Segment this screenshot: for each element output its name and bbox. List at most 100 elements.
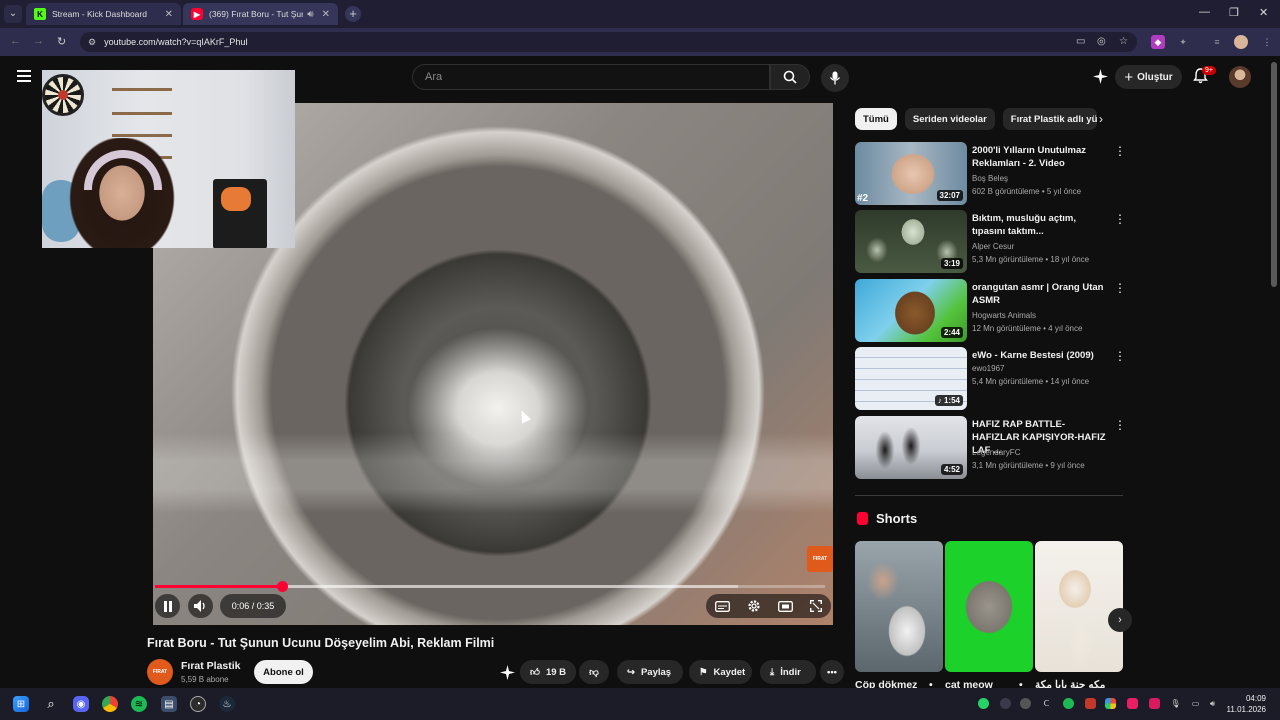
chip-channel-uploads[interactable]: Fırat Plastik adlı yükle [1002, 108, 1097, 130]
volume-tray-icon[interactable]: 🔊︎ [1207, 698, 1218, 709]
recommendation-title[interactable]: 2000'li Yılların Unutulmaz Reklamları - … [972, 144, 1106, 170]
recommendation-item[interactable]: 4:52 HAFIZ RAP BATTLE-HAFIZLAR KAPIŞIYOR… [855, 416, 1126, 480]
tray-app-icon[interactable] [1000, 698, 1011, 709]
cast-icon[interactable]: ▭ [1076, 36, 1085, 47]
recommendation-channel[interactable]: LegendaryFC [972, 448, 1020, 457]
recommendation-item[interactable]: 2:44 orangutan asmr | Orang Utan ASMR Ho… [855, 279, 1126, 343]
tray-app-icon[interactable] [1105, 698, 1116, 709]
search-button[interactable] [770, 64, 810, 90]
more-actions-button[interactable]: ••• [820, 660, 844, 684]
download-button[interactable]: ⤓ İndir [760, 660, 816, 684]
chrome-icon[interactable] [102, 696, 118, 712]
save-button[interactable]: ⚑ Kaydet [689, 660, 752, 684]
subtitles-icon[interactable] [714, 600, 730, 612]
video-thumbnail[interactable]: #2 32:07 [855, 142, 967, 205]
dislike-button[interactable]: 👎︎ [579, 660, 609, 684]
eye-off-icon[interactable]: ◎ [1097, 36, 1106, 47]
recommendation-channel[interactable]: ewo1967 [972, 364, 1004, 373]
ask-sparkle-icon[interactable] [500, 665, 515, 680]
voice-search-button[interactable] [821, 64, 849, 92]
steam-icon[interactable]: ♨ [219, 696, 235, 712]
spotify-icon[interactable]: ≋ [131, 696, 147, 712]
more-vertical-icon[interactable]: ⋮ [1114, 212, 1126, 226]
tray-app-icon[interactable]: ᑕ [1041, 698, 1052, 709]
speaker-icon[interactable]: 🔊︎ [307, 9, 313, 20]
more-vertical-icon[interactable]: ⋮ [1114, 349, 1126, 363]
address-bar[interactable]: ⚙ youtube.com/watch?v=qIAKrF_PhuI [80, 32, 1137, 52]
minimize-icon[interactable]: — [1199, 6, 1210, 18]
volume-button[interactable] [188, 594, 213, 618]
tab-search-chevron-icon[interactable]: ⌄ [4, 5, 22, 23]
video-thumbnail[interactable]: 2:44 [855, 279, 967, 342]
create-button[interactable]: + Oluştur [1115, 65, 1182, 89]
video-thumbnail[interactable]: ♪ 1:54 [855, 347, 967, 410]
channel-watermark[interactable]: FIRAT [807, 546, 833, 572]
fullscreen-icon[interactable] [810, 600, 823, 612]
reload-icon[interactable]: ↻ [57, 35, 66, 48]
chip-series[interactable]: Seriden videolar [904, 108, 995, 130]
subscribe-button[interactable]: Abone ol [254, 660, 313, 684]
settings-gear-icon[interactable] [747, 599, 761, 613]
tray-app-icon[interactable] [1127, 698, 1138, 709]
recommendation-title[interactable]: Bıktım, musluğu açtım, tıpasını taktım..… [972, 212, 1106, 238]
recommendation-item[interactable]: 3:19 Bıktım, musluğu açtım, tıpasını tak… [855, 210, 1126, 274]
extension-icon[interactable]: ◆ [1151, 35, 1165, 49]
back-icon[interactable]: ← [10, 35, 21, 47]
more-vertical-icon[interactable]: ⋮ [1114, 144, 1126, 158]
chip-all[interactable]: Tümü [855, 108, 897, 130]
more-vertical-icon[interactable]: ⋮ [1114, 281, 1126, 295]
recommendation-title[interactable]: eWo - Karne Bestesi (2009) [972, 349, 1106, 362]
menu-icon[interactable] [17, 70, 31, 82]
browser-menu-icon[interactable]: ⋮ [1260, 35, 1274, 49]
short-thumbnail[interactable] [945, 541, 1033, 672]
page-scrollbar[interactable] [1271, 62, 1277, 287]
recommendation-title[interactable]: orangutan asmr | Orang Utan ASMR [972, 281, 1106, 307]
video-thumbnail[interactable]: 3:19 [855, 210, 967, 273]
pause-button[interactable] [155, 594, 180, 618]
more-vertical-icon[interactable]: ⋮ [1114, 418, 1126, 432]
search-icon[interactable]: ⌕ [43, 696, 59, 712]
progress-bar[interactable] [155, 581, 825, 592]
display-tray-icon[interactable]: ▭ [1190, 698, 1201, 709]
recommendation-item[interactable]: ♪ 1:54 eWo - Karne Bestesi (2009) ewo196… [855, 347, 1126, 411]
steam-tray-icon[interactable] [1020, 698, 1031, 709]
forward-icon[interactable]: → [33, 35, 44, 47]
shorts-next-button[interactable]: › [1108, 608, 1132, 632]
close-tab-icon[interactable]: ✕ [165, 9, 173, 20]
microphone-tray-icon[interactable]: 🎙︎ [1170, 698, 1181, 709]
profile-avatar[interactable] [1234, 35, 1248, 49]
app-icon[interactable]: ▤ [161, 696, 177, 712]
recommendation-item[interactable]: #2 32:07 2000'li Yılların Unutulmaz Rekl… [855, 142, 1126, 206]
tray-app-icon[interactable] [1085, 698, 1096, 709]
reading-list-icon[interactable]: ≡ [1210, 35, 1224, 49]
tray-app-icon[interactable] [1149, 698, 1160, 709]
channel-name[interactable]: Fırat Plastik [181, 660, 241, 672]
spotify-tray-icon[interactable] [1063, 698, 1074, 709]
extensions-puzzle-icon[interactable]: ✦ [1176, 35, 1190, 49]
restore-icon[interactable]: ❐ [1229, 6, 1239, 19]
browser-tab-youtube[interactable]: ▶ (369) Fırat Boru - Tut Şunun 🔊︎ ✕ [183, 3, 338, 25]
short-thumbnail[interactable] [1035, 541, 1123, 672]
close-tab-icon[interactable]: ✕ [322, 9, 330, 20]
chevron-right-icon[interactable]: › [1099, 112, 1103, 126]
recommendation-channel[interactable]: Alper Cesur [972, 242, 1014, 251]
share-button[interactable]: ↪ Paylaş [617, 660, 683, 684]
recommendation-channel[interactable]: Hogwarts Animals [972, 311, 1036, 320]
like-button[interactable]: 👍︎ 19 B [520, 660, 576, 684]
site-settings-icon[interactable]: ⚙ [88, 37, 96, 48]
theater-mode-icon[interactable] [778, 600, 794, 612]
discord-icon[interactable]: ◉ [73, 696, 89, 712]
search-input[interactable]: Ara [412, 64, 770, 90]
recommendation-channel[interactable]: Boş Beleş [972, 174, 1008, 183]
whatsapp-icon[interactable] [978, 698, 989, 709]
new-tab-button[interactable]: + [345, 6, 361, 22]
windows-start-icon[interactable]: ⊞ [13, 696, 29, 712]
close-window-icon[interactable]: ✕ [1259, 6, 1268, 19]
short-thumbnail[interactable] [855, 541, 943, 672]
obs-icon[interactable]: ◔ [190, 696, 206, 712]
gemini-sparkle-icon[interactable] [1093, 69, 1108, 84]
video-thumbnail[interactable]: 4:52 [855, 416, 967, 479]
bookmark-star-icon[interactable]: ☆ [1119, 36, 1128, 47]
system-clock[interactable]: 04:09 11.01.2026 [1222, 693, 1266, 715]
browser-tab-kick[interactable]: K Stream - Kick Dashboard ✕ [26, 3, 181, 25]
